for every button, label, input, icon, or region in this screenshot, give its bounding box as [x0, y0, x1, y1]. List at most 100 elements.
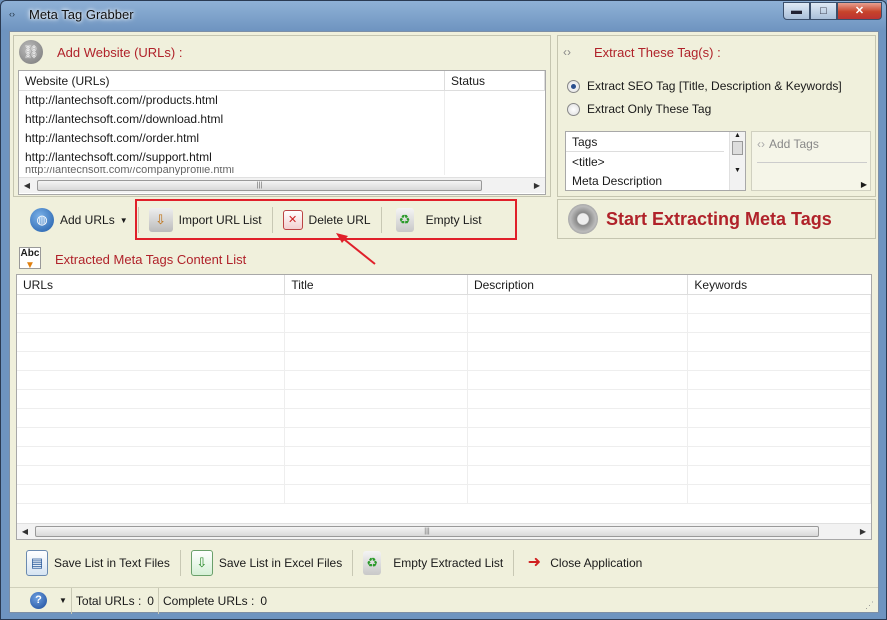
empty-grid-cell: [17, 314, 286, 332]
url-row[interactable]: http://lantechsoft.com//products.html: [19, 91, 545, 110]
save-excel-button[interactable]: ⇩ Save List in Excel Files: [185, 548, 348, 578]
empty-grid-cell: [688, 466, 871, 484]
scroll-right-icon[interactable]: ▶: [855, 524, 871, 539]
save-excel-icon: ⇩: [190, 550, 213, 576]
empty-grid-cell: [688, 333, 871, 351]
tag-item[interactable]: <title>: [566, 152, 745, 172]
scroll-thumb[interactable]: |||: [37, 180, 482, 191]
add-tag-icon: ‹›: [757, 137, 765, 151]
empty-grid-cell: [17, 295, 286, 313]
window-title: Meta Tag Grabber: [29, 7, 134, 22]
column-title[interactable]: Title: [285, 275, 468, 294]
extracted-content-grid[interactable]: URLs Title Description Keywords ◀ ||| ▶: [16, 274, 872, 540]
empty-grid-cell: [688, 314, 871, 332]
column-status[interactable]: Status: [445, 71, 545, 90]
minimize-button[interactable]: ▬: [783, 2, 810, 20]
option-extract-seo[interactable]: Extract SEO Tag [Title, Description & Ke…: [567, 79, 842, 93]
empty-grid-cell: [468, 333, 689, 351]
empty-grid-cell: [285, 352, 468, 370]
empty-grid-cell: [285, 409, 468, 427]
extracted-grid-hscrollbar[interactable]: ◀ ||| ▶: [17, 523, 871, 539]
empty-grid-row: [17, 485, 871, 504]
add-urls-button[interactable]: ◍ Add URLs ▼: [24, 205, 134, 235]
status-cell: [445, 110, 457, 129]
empty-grid-cell: [688, 390, 871, 408]
column-urls[interactable]: URLs: [17, 275, 286, 294]
empty-grid-cell: [17, 447, 286, 465]
scroll-right-icon[interactable]: ▶: [861, 180, 867, 189]
status-separator: [157, 587, 159, 614]
add-tags-button[interactable]: ‹› Add Tags: [752, 132, 870, 156]
option-seo-label: Extract SEO Tag [Title, Description & Ke…: [587, 79, 842, 93]
url-cell: http://lantechsoft.com//products.html: [19, 91, 445, 110]
column-website-urls[interactable]: Website (URLs): [19, 71, 445, 90]
maximize-button[interactable]: □: [810, 2, 837, 20]
save-excel-label: Save List in Excel Files: [218, 556, 343, 570]
app-icon: ‹›: [9, 9, 15, 19]
app-window: ‹› Meta Tag Grabber ▬ □ ✕ ⛓ Add Website …: [0, 0, 887, 620]
start-extracting-button[interactable]: Start Extracting Meta Tags: [557, 199, 876, 239]
help-icon[interactable]: ?: [30, 592, 47, 609]
empty-grid-cell: [17, 466, 286, 484]
empty-grid-cell: [17, 428, 286, 446]
empty-grid-row: [17, 352, 871, 371]
empty-grid-cell: [17, 371, 286, 389]
scroll-down-icon[interactable]: ▼: [730, 167, 745, 174]
empty-extracted-button[interactable]: ♻ Empty Extracted List: [357, 548, 509, 578]
empty-grid-cell: [468, 428, 689, 446]
empty-grid-row: [17, 371, 871, 390]
close-window-button[interactable]: ✕: [837, 2, 882, 20]
url-list-hscrollbar[interactable]: ◀ ||| ▶: [19, 177, 545, 193]
empty-grid-cell: [285, 447, 468, 465]
scroll-thumb[interactable]: |||: [35, 526, 819, 537]
resize-grip-icon[interactable]: ⋰: [865, 600, 874, 611]
empty-grid-row: [17, 295, 871, 314]
radio-selected-icon[interactable]: [567, 79, 580, 93]
url-cell: http://lantechsoft.com//support.html: [19, 148, 445, 167]
scroll-left-icon[interactable]: ◀: [19, 178, 35, 194]
globe-icon: ◍: [30, 208, 54, 232]
empty-grid-cell: [688, 295, 871, 313]
tags-vscrollbar[interactable]: ▲ ▼: [729, 132, 745, 190]
dropdown-arrow-icon[interactable]: ▼: [120, 216, 128, 225]
complete-urls-value: 0: [260, 593, 268, 608]
pointer-arrow-icon: [336, 233, 376, 265]
scroll-up-icon[interactable]: ▲: [730, 132, 745, 139]
url-cell: http://lantechsoft.com//companyprofile.h…: [19, 167, 445, 175]
recycle-bin-icon: ♻: [363, 551, 382, 575]
status-bar: ? ▼ Total URLs : 0 Complete URLs : 0 ⋰: [10, 587, 878, 614]
url-row[interactable]: http://lantechsoft.com//companyprofile.h…: [19, 167, 545, 175]
option-extract-only[interactable]: Extract Only These Tag: [567, 102, 711, 116]
column-description[interactable]: Description: [468, 275, 689, 294]
highlight-box: [135, 199, 517, 240]
empty-grid-cell: [17, 333, 286, 351]
exit-icon: ➜: [527, 554, 541, 571]
add-tags-area: ‹› Add Tags ▶: [751, 131, 871, 191]
url-list-header: Website (URLs) Status: [19, 71, 545, 91]
url-row[interactable]: http://lantechsoft.com//download.html: [19, 110, 545, 129]
empty-grid-cell: [688, 352, 871, 370]
column-keywords[interactable]: Keywords: [688, 275, 871, 294]
add-tags-label: Add Tags: [769, 137, 819, 151]
scroll-left-icon[interactable]: ◀: [17, 524, 33, 539]
tags-list[interactable]: Tags <title> Meta Description ▲ ▼: [565, 131, 746, 191]
empty-grid-row: [17, 333, 871, 352]
url-cell: http://lantechsoft.com//order.html: [19, 129, 445, 148]
save-text-button[interactable]: ▤ Save List in Text Files: [20, 548, 176, 578]
radio-unselected-icon[interactable]: [567, 102, 580, 116]
empty-grid-row: [17, 390, 871, 409]
scroll-right-icon[interactable]: ▶: [529, 178, 545, 194]
scroll-thumb[interactable]: [732, 141, 743, 155]
empty-grid-cell: [17, 390, 286, 408]
url-list[interactable]: Website (URLs) Status http://lantechsoft…: [18, 70, 546, 195]
close-application-button[interactable]: ➜ Close Application: [518, 548, 648, 578]
title-bar[interactable]: ‹› Meta Tag Grabber ▬ □ ✕: [1, 1, 886, 29]
dropdown-arrow-icon[interactable]: ▼: [59, 596, 67, 605]
url-row[interactable]: http://lantechsoft.com//support.html: [19, 148, 545, 167]
tag-item[interactable]: Meta Description: [566, 172, 745, 190]
url-row[interactable]: http://lantechsoft.com//order.html: [19, 129, 545, 148]
empty-grid-cell: [285, 333, 468, 351]
toolbar-separator: [352, 550, 354, 576]
status-cell: [445, 148, 457, 167]
empty-grid-cell: [285, 466, 468, 484]
